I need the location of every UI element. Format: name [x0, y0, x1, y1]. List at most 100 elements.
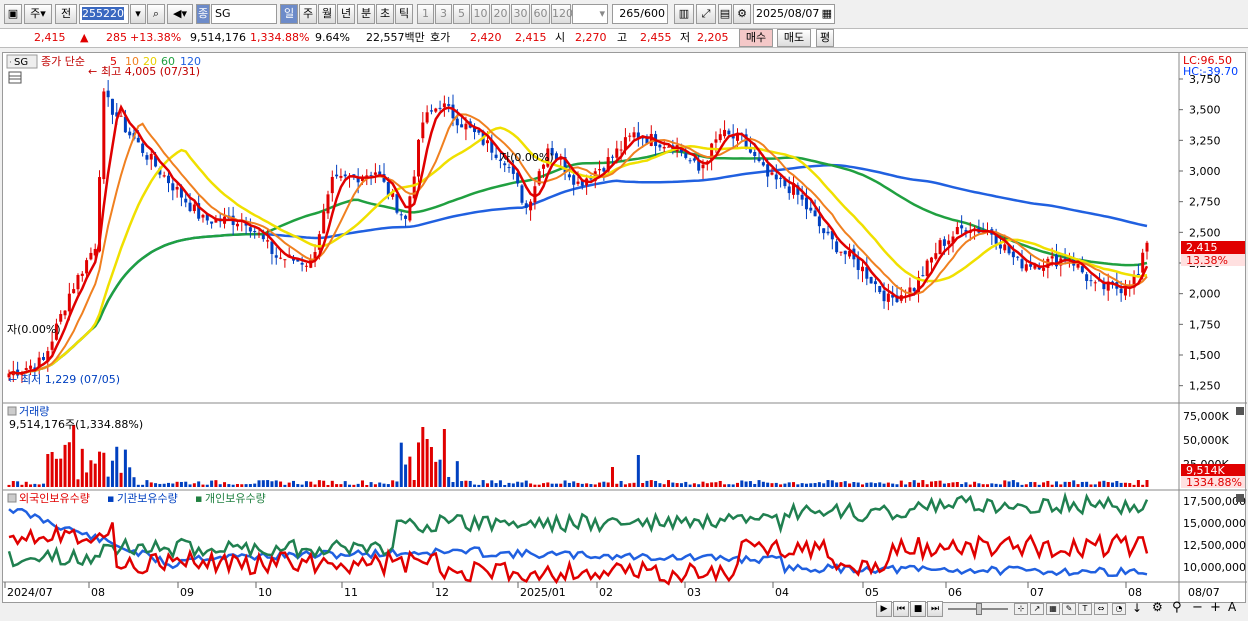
candle-body: [520, 185, 524, 203]
draw-tool-icon[interactable]: ✎: [1062, 603, 1076, 615]
volume-bar: [330, 480, 334, 487]
candle-body: [878, 286, 882, 293]
zoom-in-icon[interactable]: +: [1210, 600, 1221, 615]
text-tool-icon[interactable]: T: [1078, 603, 1092, 615]
volume-bar: [85, 472, 89, 487]
zoom-out-icon[interactable]: −: [1192, 600, 1203, 615]
volume-bar: [1067, 481, 1071, 487]
zoom-slider-handle[interactable]: [976, 603, 982, 615]
interval-10[interactable]: 10: [471, 4, 490, 24]
volume-bar: [292, 480, 295, 487]
market-select[interactable]: 주▾: [24, 4, 52, 24]
tab-second[interactable]: 초: [376, 4, 394, 24]
save-icon[interactable]: ▤: [718, 4, 732, 24]
sell-button[interactable]: 매도: [777, 29, 811, 47]
volume-bar: [7, 484, 11, 487]
table-toggle-icon[interactable]: [8, 71, 22, 84]
volume-bar: [701, 481, 705, 487]
last-page-icon[interactable]: ⏭: [927, 601, 943, 617]
interval-3[interactable]: 3: [435, 4, 452, 24]
candle-body: [779, 177, 783, 179]
interval-1[interactable]: 1: [417, 4, 434, 24]
candle-body: [102, 91, 106, 180]
volume-bar: [253, 483, 257, 487]
chart-canvas[interactable]: SG · 종가 단순 5 10 20 60 120 ← 최고 4,005 (07…: [3, 53, 1247, 604]
eval-button[interactable]: 평: [816, 29, 834, 47]
buy-button[interactable]: 매수: [739, 29, 773, 47]
interval-20[interactable]: 20: [491, 4, 510, 24]
volume-bar: [417, 442, 421, 487]
volume-panel-handle-icon[interactable]: [7, 406, 17, 416]
settings-small-icon[interactable]: ·: [9, 58, 12, 68]
interval-120[interactable]: 120: [551, 4, 573, 24]
volume-bar: [425, 439, 429, 487]
volume-bar: [391, 480, 395, 487]
settings-small-gear-icon[interactable]: ⚙: [1152, 600, 1163, 614]
volume-panel-close-icon[interactable]: [1236, 407, 1244, 415]
interval-60[interactable]: 60: [531, 4, 550, 24]
speaker-icon[interactable]: ◀▾: [167, 4, 193, 24]
x-tick-label: 08: [91, 586, 105, 599]
candle-body: [89, 252, 93, 260]
candle-body: [80, 273, 84, 276]
data-count-field[interactable]: 265/600: [612, 4, 668, 24]
tab-day[interactable]: 일: [280, 4, 298, 24]
volume-bar: [1029, 481, 1033, 487]
tab-month[interactable]: 월: [318, 4, 336, 24]
grid-tool-icon[interactable]: ▦: [1046, 603, 1060, 615]
x-tick-label: 2024/07: [7, 586, 53, 599]
tab-year[interactable]: 년: [337, 4, 355, 24]
volume-bar: [317, 480, 321, 487]
minimize-panel-icon[interactable]: ↓: [1132, 601, 1142, 615]
volume-bar: [369, 482, 373, 487]
candle-body: [119, 115, 123, 117]
custom-interval-select[interactable]: ▾: [572, 4, 608, 24]
first-page-icon[interactable]: ⏮: [893, 601, 909, 617]
stock-chart[interactable]: SG · 종가 단순 5 10 20 60 120 ← 최고 4,005 (07…: [2, 52, 1247, 604]
candle-body: [839, 251, 843, 253]
volume-bar: [559, 483, 563, 487]
volume-bar: [554, 483, 558, 487]
line-tool-icon[interactable]: ↗: [1030, 603, 1044, 615]
stock-name-field[interactable]: SG: [211, 4, 277, 24]
quote-label: 호가: [430, 31, 451, 44]
turnover-rate: 9.64%: [315, 31, 350, 44]
prev-button[interactable]: 전: [55, 4, 77, 24]
holding-panel-close-icon[interactable]: [1236, 494, 1244, 502]
search-icon[interactable]: ⌕: [147, 4, 165, 24]
interval-30[interactable]: 30: [511, 4, 530, 24]
candle-body: [261, 235, 265, 240]
holding-panel-handle-icon[interactable]: [7, 493, 17, 503]
crosshair-icon[interactable]: ⊹: [1014, 603, 1028, 615]
fit-tool-icon[interactable]: ⇔: [1094, 603, 1108, 615]
chart-type-icon[interactable]: ▥: [674, 4, 694, 24]
interval-5[interactable]: 5: [453, 4, 470, 24]
volume-bar: [184, 481, 188, 487]
indicator-icon[interactable]: ⤢: [696, 4, 716, 24]
tab-tick[interactable]: 틱: [395, 4, 413, 24]
auto-scale-icon[interactable]: A: [1228, 600, 1236, 614]
pin-icon[interactable]: ⚲: [1172, 600, 1182, 615]
volume-bar: [899, 480, 903, 487]
volume-bar: [908, 482, 912, 487]
x-tick-label: 02: [599, 586, 613, 599]
clock-icon[interactable]: ◔: [1112, 603, 1126, 615]
x-tick-label: 07: [1030, 586, 1044, 599]
volume-bar: [718, 480, 722, 487]
top-toolbar: ▣ 주▾ 전 255220 ▾ ⌕ ◀▾ 종 SG 일 주 월 년 분 초 틱 …: [0, 4, 1248, 26]
gear-icon[interactable]: ⚙: [733, 4, 751, 24]
calendar-icon[interactable]: ▦: [822, 5, 832, 23]
center-marker-note: 자(0.00%): [500, 151, 554, 164]
tab-week[interactable]: 주: [299, 4, 317, 24]
stop-icon[interactable]: ■: [910, 601, 926, 617]
date-field[interactable]: 2025/08/07 ▦: [753, 4, 835, 24]
scroll-right-icon[interactable]: ▶: [876, 601, 892, 617]
volume-bar: [171, 483, 175, 487]
layout-icon[interactable]: ▣: [4, 4, 22, 24]
tab-minute[interactable]: 분: [357, 4, 375, 24]
volume-bar: [843, 481, 847, 487]
vol-last-pct-text: 1334.88%: [1186, 476, 1242, 489]
stock-code-input[interactable]: 255220: [79, 4, 129, 24]
volume-bar: [343, 481, 347, 487]
code-dropdown-icon[interactable]: ▾: [130, 4, 146, 24]
